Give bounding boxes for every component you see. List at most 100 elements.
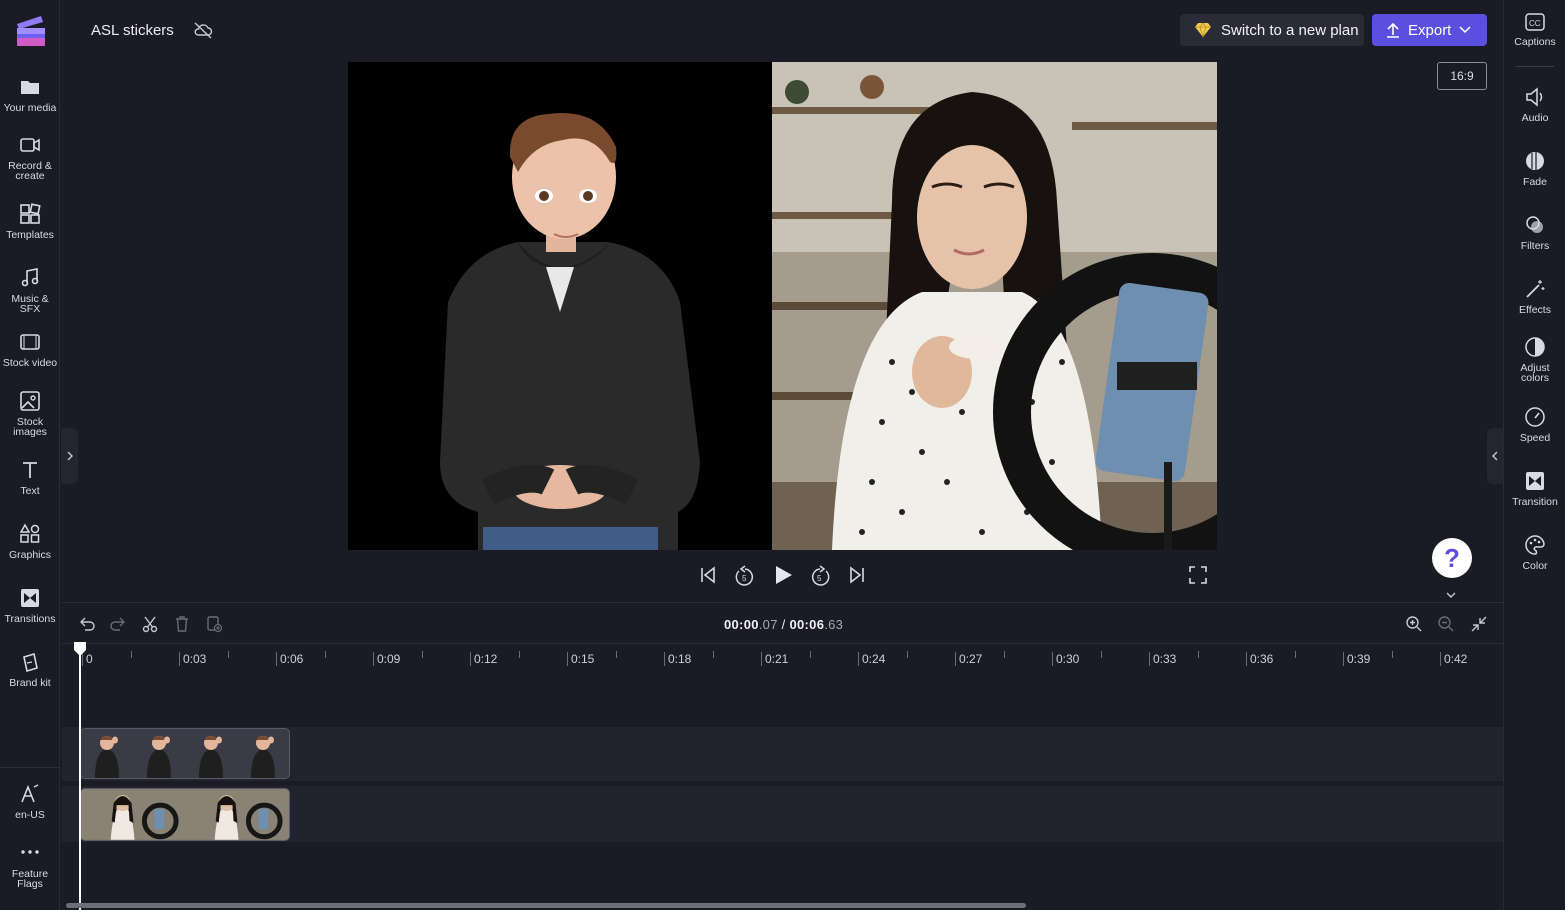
clip-thumbnail bbox=[237, 729, 289, 778]
time-ruler[interactable]: 0 0:03 0:06 0:09 0:12 0:15 0:18 0:21 0:24 0:27 0:3… bbox=[62, 643, 1503, 671]
svg-text:5: 5 bbox=[817, 574, 822, 583]
skip-to-start-button[interactable] bbox=[698, 565, 718, 590]
filters-icon bbox=[1526, 216, 1543, 233]
forward-5-button[interactable]: 5 bbox=[809, 565, 831, 592]
delete-button[interactable] bbox=[173, 615, 191, 638]
split-button[interactable] bbox=[141, 615, 159, 638]
sidebar-item-feature-flags[interactable]: Feature Flags bbox=[0, 842, 60, 889]
ruler-tick-label: 0:03 bbox=[179, 652, 206, 666]
chevron-left-icon bbox=[1492, 451, 1498, 461]
fit-timeline-button[interactable] bbox=[1470, 615, 1488, 638]
panel-item-effects[interactable]: Effects bbox=[1504, 278, 1565, 315]
fade-icon bbox=[1526, 152, 1544, 170]
sidebar-item-label: Text bbox=[20, 485, 40, 497]
fullscreen-button[interactable] bbox=[1189, 566, 1207, 589]
project-title[interactable]: ASL stickers bbox=[91, 22, 174, 39]
switch-plan-button[interactable]: Switch to a new plan bbox=[1180, 14, 1364, 46]
ruler-minor-tick bbox=[324, 651, 326, 658]
panel-item-color[interactable]: Color bbox=[1504, 534, 1565, 571]
sidebar-item-stock-images[interactable]: Stock images bbox=[0, 390, 60, 437]
time-separator: / bbox=[777, 617, 790, 632]
ruler-minor-tick bbox=[809, 651, 811, 658]
panel-item-label: Adjust colors bbox=[1520, 362, 1550, 384]
sidebar-item-record-create[interactable]: Record & create bbox=[0, 134, 60, 181]
ruler-tick-label: 0:09 bbox=[373, 652, 400, 666]
ruler-minor-tick bbox=[1003, 651, 1005, 658]
captions-icon: CC bbox=[1525, 13, 1545, 31]
clip-asl-avatar[interactable] bbox=[80, 728, 290, 779]
ruler-tick-label: 0:06 bbox=[276, 652, 303, 666]
sidebar-item-graphics[interactable]: Graphics bbox=[0, 523, 60, 560]
sidebar-item-music-sfx[interactable]: Music & SFX bbox=[0, 267, 60, 314]
ruler-tick-label: 0:42 bbox=[1440, 652, 1467, 666]
rewind-5-button[interactable]: 5 bbox=[734, 565, 756, 592]
skip-to-end-icon bbox=[850, 566, 864, 584]
panel-item-speed[interactable]: Speed bbox=[1504, 406, 1565, 443]
transition-icon bbox=[21, 589, 39, 607]
sidebar-item-your-media[interactable]: Your media bbox=[0, 76, 60, 113]
expand-left-panel-button[interactable] bbox=[61, 428, 78, 484]
zoom-in-icon bbox=[1406, 616, 1422, 632]
sidebar-item-label: Stock images bbox=[13, 416, 47, 438]
panel-item-filters[interactable]: Filters bbox=[1504, 214, 1565, 251]
cloud-off-icon[interactable] bbox=[193, 21, 213, 44]
app-logo-icon[interactable] bbox=[13, 14, 47, 48]
svg-text:5: 5 bbox=[742, 574, 747, 583]
sidebar-item-language[interactable]: en-US bbox=[0, 783, 60, 820]
music-icon bbox=[21, 268, 39, 287]
panel-item-captions[interactable]: CC Captions bbox=[1504, 12, 1565, 47]
contrast-icon bbox=[1525, 337, 1545, 357]
collapse-right-panel-button[interactable] bbox=[1487, 428, 1503, 484]
clip-thumbnail bbox=[81, 729, 133, 778]
ruler-tick-label: 0:18 bbox=[664, 652, 691, 666]
zoom-out-button[interactable] bbox=[1437, 615, 1455, 638]
sidebar-item-brand-kit[interactable]: Brand kit bbox=[0, 651, 60, 688]
export-button[interactable]: Export bbox=[1372, 14, 1487, 46]
ruler-tick-label: 0:15 bbox=[567, 652, 594, 666]
zoom-in-button[interactable] bbox=[1405, 615, 1423, 638]
undo-button[interactable] bbox=[78, 615, 96, 638]
total-time-frac: .63 bbox=[824, 617, 844, 632]
folder-icon bbox=[21, 81, 39, 94]
redo-button[interactable] bbox=[109, 615, 127, 638]
ruler-minor-tick bbox=[130, 651, 132, 658]
panel-item-fade[interactable]: Fade bbox=[1504, 150, 1565, 187]
playhead[interactable] bbox=[74, 641, 86, 910]
sidebar-item-transitions[interactable]: Transitions bbox=[0, 587, 60, 624]
video-preview[interactable] bbox=[348, 62, 1217, 550]
panel-item-transition[interactable]: Transition bbox=[1504, 470, 1565, 507]
panel-item-label: Transition bbox=[1512, 496, 1558, 508]
ruler-tick-label: 0:33 bbox=[1149, 652, 1176, 666]
panel-divider bbox=[1516, 66, 1554, 67]
sidebar-item-label: Stock video bbox=[2, 357, 58, 369]
panel-item-audio[interactable]: Audio bbox=[1504, 86, 1565, 123]
panel-item-label: Effects bbox=[1519, 304, 1551, 316]
aspect-ratio-button[interactable]: 16:9 bbox=[1437, 62, 1487, 90]
panel-item-label: Audio bbox=[1521, 112, 1549, 124]
text-icon bbox=[23, 462, 37, 478]
templates-icon bbox=[20, 203, 41, 224]
chevron-down-icon bbox=[1459, 26, 1471, 34]
language-icon bbox=[21, 784, 39, 803]
transition-icon bbox=[1526, 472, 1544, 490]
duplicate-button[interactable] bbox=[205, 615, 223, 638]
panel-item-adjust-colors[interactable]: Adjust colors bbox=[1504, 336, 1565, 383]
panel-item-label: Color bbox=[1522, 560, 1548, 572]
shapes-icon bbox=[19, 523, 40, 543]
panel-item-label: Speed bbox=[1519, 432, 1551, 444]
duplicate-icon bbox=[207, 616, 223, 633]
timeline-horizontal-scrollbar[interactable] bbox=[66, 903, 1026, 908]
speedometer-icon bbox=[1525, 407, 1545, 427]
help-button[interactable]: ? bbox=[1432, 538, 1472, 578]
left-sidebar: Your media Record & create Templates Mus… bbox=[0, 0, 60, 910]
sidebar-item-text[interactable]: Text bbox=[0, 459, 60, 496]
play-button[interactable] bbox=[772, 564, 794, 591]
rewind-5-icon: 5 bbox=[735, 565, 754, 586]
skip-to-end-button[interactable] bbox=[847, 565, 867, 590]
total-time: 00:06 bbox=[789, 617, 825, 632]
clip-creator-video[interactable] bbox=[80, 788, 290, 841]
sidebar-item-stock-video[interactable]: Stock video bbox=[0, 331, 60, 368]
ruler-minor-tick bbox=[712, 651, 714, 658]
undo-icon bbox=[80, 617, 95, 631]
sidebar-item-templates[interactable]: Templates bbox=[0, 203, 60, 240]
